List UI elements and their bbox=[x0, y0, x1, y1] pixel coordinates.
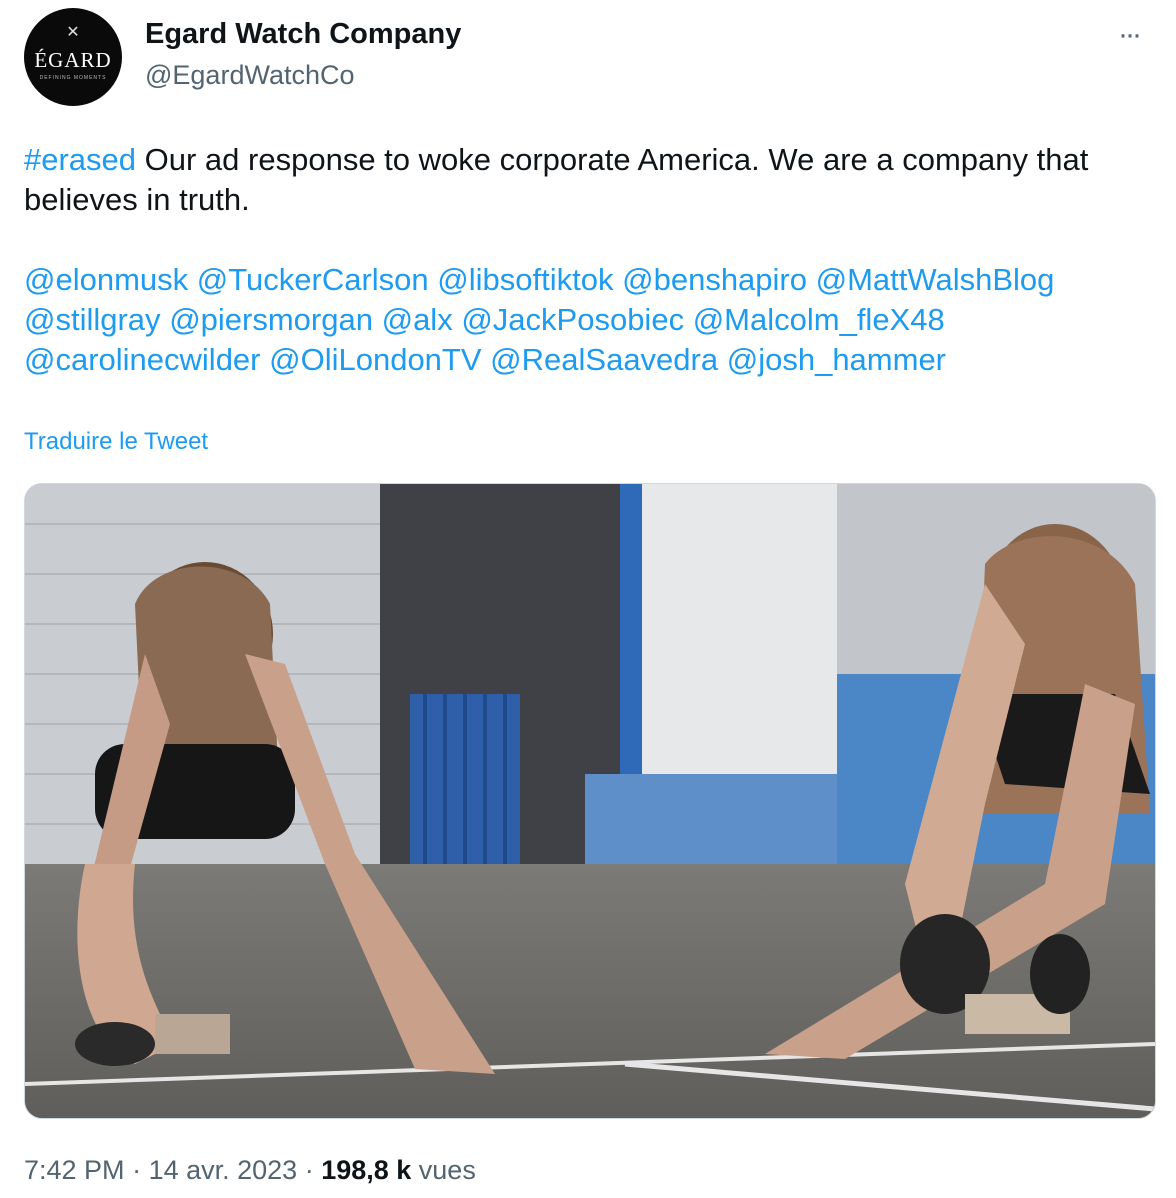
tweet-text: #erased Our ad response to woke corporat… bbox=[24, 140, 1164, 380]
mention-link[interactable]: @TuckerCarlson bbox=[197, 262, 429, 297]
more-options-icon[interactable]: ··· bbox=[1118, 18, 1142, 52]
mention-link[interactable]: @piersmorgan bbox=[169, 302, 373, 337]
avatar-brand: ÉGARD bbox=[34, 48, 112, 72]
mention-link[interactable]: @JackPosobiec bbox=[461, 302, 684, 337]
account-handle[interactable]: @EgardWatchCo bbox=[145, 60, 355, 91]
mention-link[interactable]: @elonmusk bbox=[24, 262, 188, 297]
media-illustration bbox=[25, 484, 1155, 1118]
mention-link[interactable]: @Malcolm_fleX48 bbox=[693, 302, 945, 337]
mention-link[interactable]: @carolinecwilder bbox=[24, 342, 261, 377]
separator-dot: · bbox=[124, 1155, 149, 1185]
hashtag-link[interactable]: #erased bbox=[24, 142, 136, 177]
tweet-body: #erased Our ad response to woke corporat… bbox=[24, 140, 1164, 220]
avatar-tagline: DEFINING MOMENTS bbox=[39, 75, 107, 81]
mention-link[interactable]: @josh_hammer bbox=[727, 342, 946, 377]
tweet-time[interactable]: 7:42 PM bbox=[24, 1155, 125, 1185]
mentions-list: @elonmusk @TuckerCarlson @libsoftiktok @… bbox=[24, 260, 1164, 380]
profile-avatar[interactable]: ✕ ÉGARD DEFINING MOMENTS bbox=[24, 8, 122, 106]
display-name[interactable]: Egard Watch Company bbox=[145, 18, 461, 51]
mention-link[interactable]: @libsoftiktok bbox=[437, 262, 613, 297]
logo-icon: ✕ bbox=[66, 24, 80, 41]
mention-link[interactable]: @stillgray bbox=[24, 302, 161, 337]
tweet-media-image[interactable] bbox=[24, 483, 1156, 1119]
views-label: vues bbox=[411, 1155, 476, 1185]
tweet-date[interactable]: 14 avr. 2023 bbox=[149, 1155, 298, 1185]
separator-dot: · bbox=[297, 1155, 322, 1185]
mention-link[interactable]: @alx bbox=[382, 302, 453, 337]
mention-link[interactable]: @MattWalshBlog bbox=[816, 262, 1055, 297]
mention-link[interactable]: @RealSaavedra bbox=[490, 342, 718, 377]
tweet-body-text: Our ad response to woke corporate Americ… bbox=[24, 142, 1089, 217]
views-count: 198,8 k bbox=[321, 1155, 412, 1185]
translate-tweet-link[interactable]: Traduire le Tweet bbox=[24, 428, 208, 456]
mention-link[interactable]: @OliLondonTV bbox=[269, 342, 481, 377]
tweet-meta: 7:42 PM · 14 avr. 2023 · 198,8 k vues bbox=[24, 1155, 476, 1186]
mention-link[interactable]: @benshapiro bbox=[622, 262, 807, 297]
